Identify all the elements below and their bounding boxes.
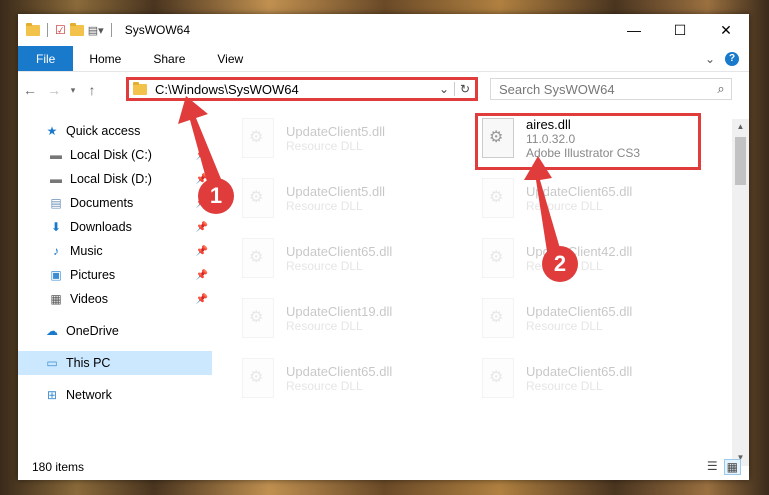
step-1-badge: 1 xyxy=(198,178,234,214)
step-2-badge: 2 xyxy=(542,246,578,282)
annotation-arrows xyxy=(178,96,564,262)
